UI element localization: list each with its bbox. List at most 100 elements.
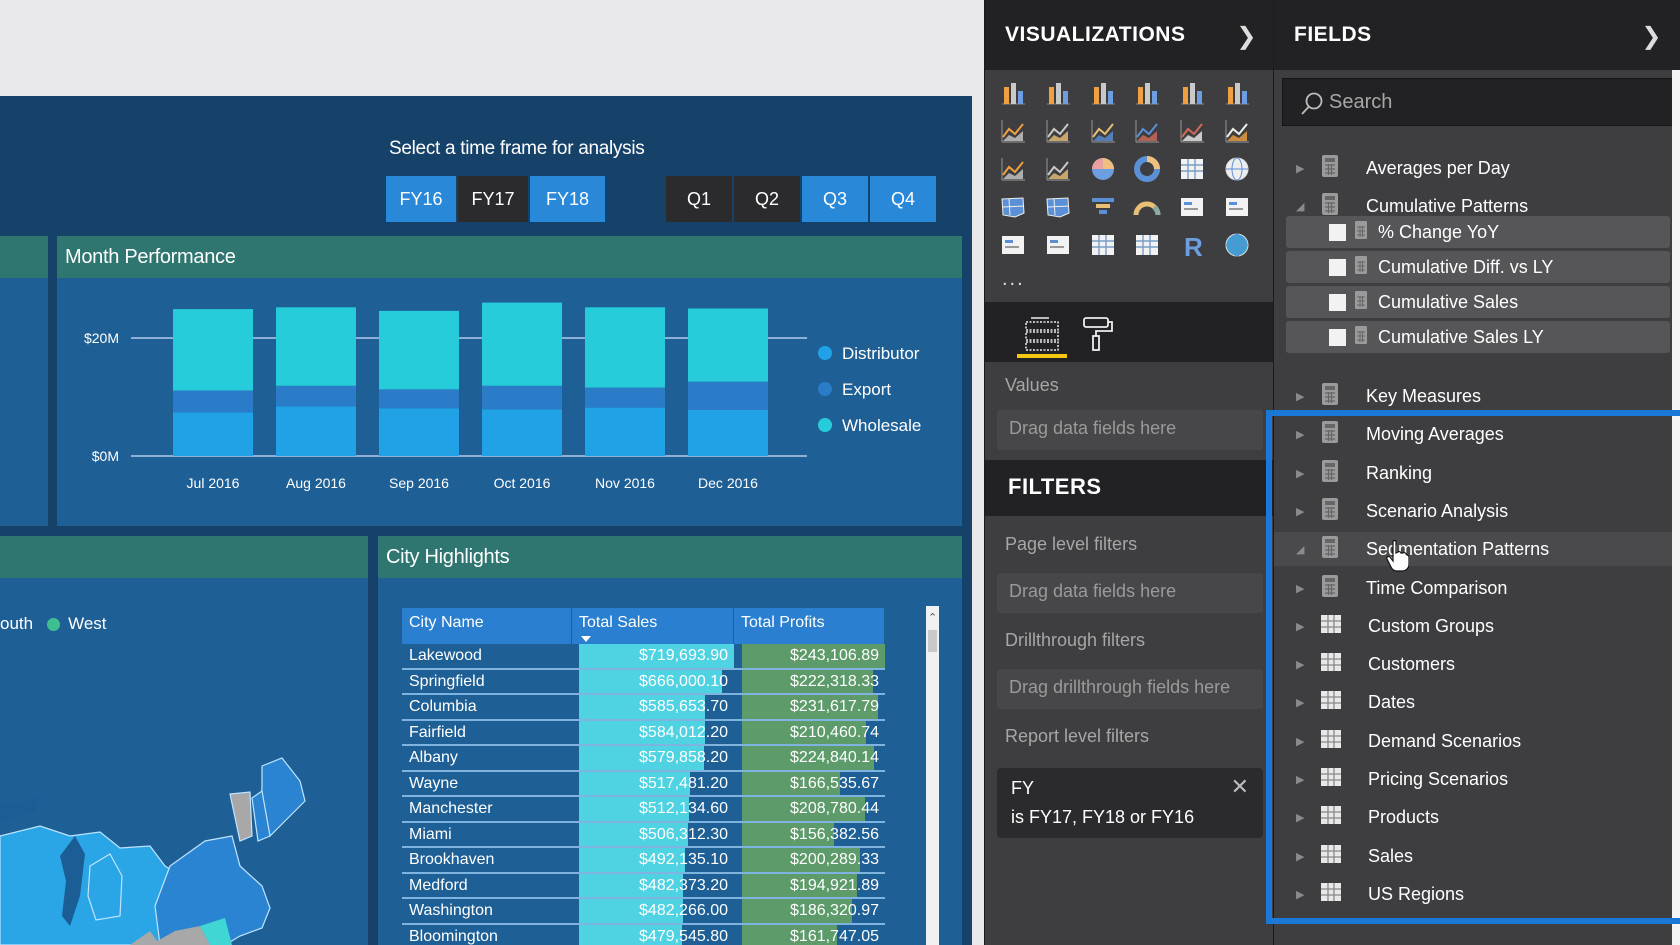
collapsed-triangle-icon[interactable]: ▶ (1296, 850, 1308, 863)
collapsed-triangle-icon[interactable]: ▶ (1296, 582, 1308, 595)
slicer-q4-button[interactable]: Q4 (870, 176, 936, 222)
donut-chart-icon[interactable] (1132, 154, 1162, 184)
arcgis-map-icon[interactable] (1222, 230, 1252, 260)
fy-filter-card[interactable]: FY is FY17, FY18 or FY16 ✕ (997, 768, 1263, 838)
fields-scrollbar[interactable] (1672, 70, 1680, 945)
collapsed-triangle-icon[interactable]: ▶ (1296, 888, 1308, 901)
table-row[interactable]: Wayne $517,481.20 $166,535.67 (402, 771, 885, 797)
field-checkbox[interactable] (1329, 328, 1346, 346)
field-table-scenario-analysis[interactable]: ▶ Scenario Analysis (1274, 494, 1680, 528)
line-chart-icon[interactable] (998, 116, 1028, 146)
slicer-fy16-button[interactable]: FY16 (386, 176, 456, 222)
table-row[interactable]: Bloomington $479,545.80 $161,747.05 (402, 924, 885, 945)
table-row[interactable]: Lakewood $719,693.90 $243,106.89 (402, 644, 885, 670)
stacked-bar-chart-icon[interactable] (998, 78, 1028, 108)
field-table-dates[interactable]: ▶ Dates (1274, 685, 1680, 719)
table-row[interactable]: Miami $506,312.30 $156,382.56 (402, 822, 885, 848)
field-table-customers[interactable]: ▶ Customers (1274, 647, 1680, 681)
slicer-q2-button[interactable]: Q2 (734, 176, 800, 222)
field-checkbox[interactable] (1329, 293, 1346, 311)
city-table-scrollbar[interactable]: ⌃ (926, 606, 939, 945)
table-row[interactable]: Manchester $512,134.60 $208,780.44 (402, 797, 885, 823)
kpi-icon[interactable] (998, 230, 1028, 260)
clustered-bar-chart-icon[interactable] (1088, 78, 1118, 108)
line-and-clustered-column-chart-icon[interactable] (1177, 116, 1207, 146)
collapsed-triangle-icon[interactable]: ▶ (1296, 162, 1308, 175)
collapsed-triangle-icon[interactable]: ▶ (1296, 696, 1308, 709)
scatter-chart-icon[interactable] (1043, 154, 1073, 184)
column-header-total-profits[interactable]: Total Profits (734, 608, 885, 644)
funnel-icon[interactable] (1088, 192, 1118, 222)
stacked-column-chart-icon[interactable] (1043, 78, 1073, 108)
column-header-city-name[interactable]: City Name (402, 608, 572, 644)
field-measure-cumulative-sales[interactable]: Cumulative Sales (1286, 286, 1670, 318)
map-icon[interactable] (1222, 154, 1252, 184)
field-table-sales[interactable]: ▶ Sales (1274, 839, 1680, 873)
slicer-icon[interactable] (1043, 230, 1073, 260)
collapsed-triangle-icon[interactable]: ▶ (1296, 467, 1308, 480)
slicer-q3-button[interactable]: Q3 (802, 176, 868, 222)
fields-search-input[interactable]: Search (1282, 78, 1680, 126)
table-row[interactable]: Brookhaven $492,135.10 $200,289.33 (402, 848, 885, 874)
collapsed-triangle-icon[interactable]: ▶ (1296, 773, 1308, 786)
city-highlights-visual[interactable]: City Highlights City Name Total Sales To… (378, 536, 962, 945)
field-measure-cumulative-sales-ly[interactable]: Cumulative Sales LY (1286, 321, 1670, 353)
table-row[interactable]: Fairfield $584,012.20 $210,460.74 (402, 720, 885, 746)
collapse-visualizations-chevron-icon[interactable]: ❯ (1236, 22, 1257, 51)
table-row[interactable]: Albany $579,858.20 $224,840.14 (402, 746, 885, 772)
field-table-ranking[interactable]: ▶ Ranking (1274, 456, 1680, 490)
collapsed-triangle-icon[interactable]: ▶ (1296, 658, 1308, 671)
us-map[interactable] (0, 536, 368, 945)
expanded-triangle-icon[interactable]: ◢ (1296, 200, 1308, 213)
table-row[interactable]: Columbia $585,653.70 $231,617.79 (402, 695, 885, 721)
waterfall-chart-icon[interactable] (998, 154, 1028, 184)
field-measure--change-yoy[interactable]: % Change YoY (1286, 216, 1670, 248)
table-row[interactable]: Springfield $666,000.10 $222,318.33 (402, 669, 885, 695)
format-tab[interactable] (1075, 314, 1121, 354)
table-icon[interactable] (1088, 230, 1118, 260)
column-header-total-sales[interactable]: Total Sales (572, 608, 734, 644)
field-checkbox[interactable] (1329, 258, 1346, 276)
multi-row-card-icon[interactable] (1222, 192, 1252, 222)
collapsed-triangle-icon[interactable]: ▶ (1296, 428, 1308, 441)
remove-filter-close-icon[interactable]: ✕ (1231, 774, 1249, 800)
card-icon[interactable] (1177, 192, 1207, 222)
scroll-thumb[interactable] (928, 630, 937, 652)
collapse-fields-chevron-icon[interactable]: ❯ (1641, 22, 1662, 51)
field-table-products[interactable]: ▶ Products (1274, 800, 1680, 834)
slicer-q1-button[interactable]: Q1 (666, 176, 732, 222)
field-checkbox[interactable] (1329, 223, 1346, 241)
filled-map-icon[interactable] (998, 192, 1028, 222)
shape-map-icon[interactable] (1043, 192, 1073, 222)
table-row[interactable]: Washington $482,266.00 $186,320.97 (402, 899, 885, 925)
collapsed-triangle-icon[interactable]: ▶ (1296, 390, 1308, 403)
100-stacked-bar-chart-icon[interactable] (1177, 78, 1207, 108)
pie-chart-icon[interactable] (1088, 154, 1118, 184)
stacked-area-chart-icon[interactable] (1088, 116, 1118, 146)
collapsed-triangle-icon[interactable]: ▶ (1296, 811, 1308, 824)
field-table-time-comparison[interactable]: ▶ Time Comparison (1274, 571, 1680, 605)
field-table-averages-per-day[interactable]: ▶ Averages per Day (1274, 151, 1680, 185)
field-table-moving-averages[interactable]: ▶ Moving Averages (1274, 417, 1680, 451)
line-and-stacked-column-chart-icon[interactable] (1132, 116, 1162, 146)
field-table-custom-groups[interactable]: ▶ Custom Groups (1274, 609, 1680, 643)
area-chart-icon[interactable] (1043, 116, 1073, 146)
expanded-triangle-icon[interactable]: ◢ (1296, 543, 1308, 556)
fields-well-tab[interactable] (1017, 314, 1067, 358)
field-table-demand-scenarios[interactable]: ▶ Demand Scenarios (1274, 724, 1680, 758)
values-drop-zone[interactable]: Drag data fields here (997, 410, 1263, 450)
page-filters-drop-zone[interactable]: Drag data fields here (997, 573, 1263, 613)
collapsed-triangle-icon[interactable]: ▶ (1296, 735, 1308, 748)
field-table-us-regions[interactable]: ▶ US Regions (1274, 877, 1680, 911)
left-visual-panel[interactable] (0, 236, 48, 526)
month-performance-visual[interactable]: Month Performance $0M $20M Jul 2016 Aug 201… (57, 236, 962, 526)
gauge-icon[interactable] (1132, 192, 1162, 222)
clustered-column-chart-icon[interactable] (1132, 78, 1162, 108)
field-measure-cumulative-diff-vs-ly[interactable]: Cumulative Diff. vs LY (1286, 251, 1670, 283)
100-stacked-column-chart-icon[interactable] (1222, 78, 1252, 108)
ribbon-chart-icon[interactable] (1222, 116, 1252, 146)
field-table-segmentation-patterns[interactable]: ◢ Segmentation Patterns (1274, 532, 1680, 566)
drillthrough-drop-zone[interactable]: Drag drillthrough fields here (997, 669, 1263, 709)
slicer-fy18-button[interactable]: FY18 (530, 176, 605, 222)
collapsed-triangle-icon[interactable]: ▶ (1296, 620, 1308, 633)
